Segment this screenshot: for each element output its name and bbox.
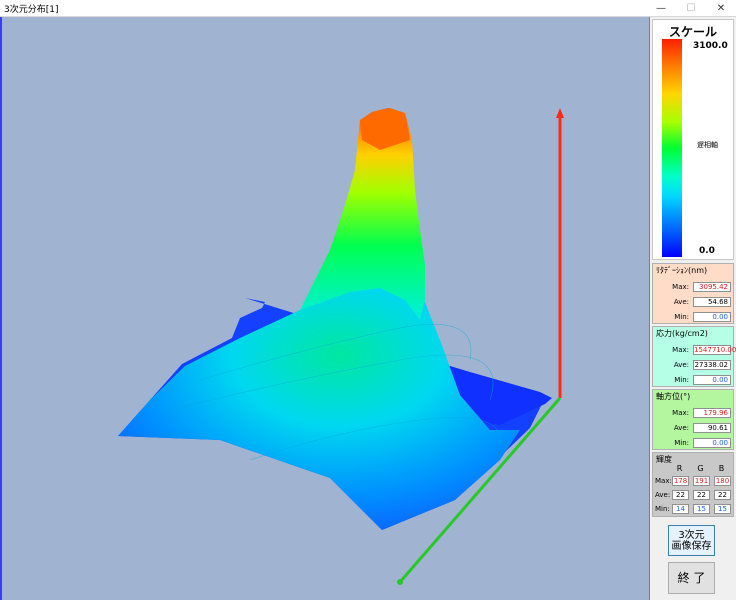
azimuth-group: 軸方位(°) Max: 179.96 Ave: 90.61 Min: 0.00 — [652, 389, 734, 450]
stress-group: 応力(kg/cm2) Max: 1547710.00 Ave: 27338.02… — [652, 326, 736, 387]
azimuth-title: 軸方位(°) — [656, 392, 691, 401]
stress-ave-label: Ave: — [673, 361, 689, 369]
scale-min-label: 0.0 — [699, 246, 715, 256]
scale-axis-label: 遅相軸 — [697, 141, 718, 149]
scale-max-label: 3100.0 — [693, 41, 728, 51]
brightness-ave-label: Ave: — [655, 491, 671, 499]
azimuth-min-field: 0.00 — [693, 438, 731, 448]
z-axis-arrow — [556, 108, 564, 118]
y-axis-end — [397, 579, 403, 585]
brightness-ave-r: 22 — [672, 490, 689, 500]
stress-min-label: Min: — [674, 376, 689, 384]
stress-max-field: 1547710.00 — [693, 345, 736, 355]
retardation-min-field: 0.00 — [693, 312, 731, 322]
azimuth-ave-label: Ave: — [673, 424, 689, 432]
azimuth-min-label: Min: — [674, 439, 689, 447]
brightness-ave-g: 22 — [693, 490, 710, 500]
retardation-ave-field: 54.68 — [693, 297, 731, 307]
scale-title: スケール — [668, 25, 717, 39]
brightness-ave-b: 22 — [714, 490, 731, 500]
brightness-min-b: 15 — [714, 504, 731, 514]
3d-viewport[interactable] — [0, 17, 650, 600]
stress-max-label: Max: — [672, 346, 689, 354]
retardation-max-label: Max: — [672, 283, 689, 291]
brightness-header-r: R — [676, 464, 683, 473]
brightness-max-b: 180 — [714, 476, 731, 486]
save-3d-image-button[interactable]: 3次元 画像保存 — [668, 525, 715, 556]
minimize-button[interactable]: — — [646, 0, 676, 17]
3d-surface-plot — [118, 108, 564, 585]
retardation-min-label: Min: — [674, 313, 689, 321]
azimuth-max-label: Max: — [672, 409, 689, 417]
maximize-button[interactable]: ☐ — [676, 0, 706, 17]
brightness-title: 輝度 — [656, 455, 672, 464]
color-scale: スケール 3100.0 遅相軸 0.0 — [652, 19, 734, 260]
brightness-max-r: 178 — [672, 476, 689, 486]
close-button[interactable]: ✕ — [706, 0, 736, 17]
retardation-group: ﾘﾀﾃﾞｰｼｮﾝ(nm) Max: 3095.42 Ave: 54.68 Min… — [652, 263, 734, 324]
retardation-ave-label: Ave: — [673, 298, 689, 306]
brightness-max-g: 191 — [693, 476, 710, 486]
title-bar: 3次元分布[1] — ☐ ✕ — [0, 0, 736, 17]
stress-ave-field: 27338.02 — [693, 360, 731, 370]
brightness-min-label: Min: — [655, 505, 670, 513]
azimuth-max-field: 179.96 — [693, 408, 731, 418]
save-button-line2: 画像保存 — [671, 541, 712, 552]
exit-button[interactable]: 終 了 — [668, 562, 715, 594]
viewport-left-edge — [0, 17, 2, 600]
stress-title: 応力(kg/cm2) — [656, 329, 708, 338]
stress-min-field: 0.00 — [693, 375, 731, 385]
brightness-group: 輝度 R G B Max: 178 191 180 Ave: 22 22 22 … — [652, 452, 734, 517]
brightness-min-g: 15 — [693, 504, 710, 514]
retardation-title: ﾘﾀﾃﾞｰｼｮﾝ(nm) — [656, 266, 708, 275]
save-button-line1: 3次元 — [678, 530, 705, 541]
scale-gradient-bar — [662, 39, 682, 257]
brightness-max-label: Max: — [655, 477, 672, 485]
azimuth-ave-field: 90.61 — [693, 423, 731, 433]
brightness-header-b: B — [718, 464, 725, 473]
brightness-header-g: G — [697, 464, 704, 473]
brightness-min-r: 14 — [672, 504, 689, 514]
retardation-max-field: 3095.42 — [693, 282, 731, 292]
window-title: 3次元分布[1] — [4, 5, 59, 15]
